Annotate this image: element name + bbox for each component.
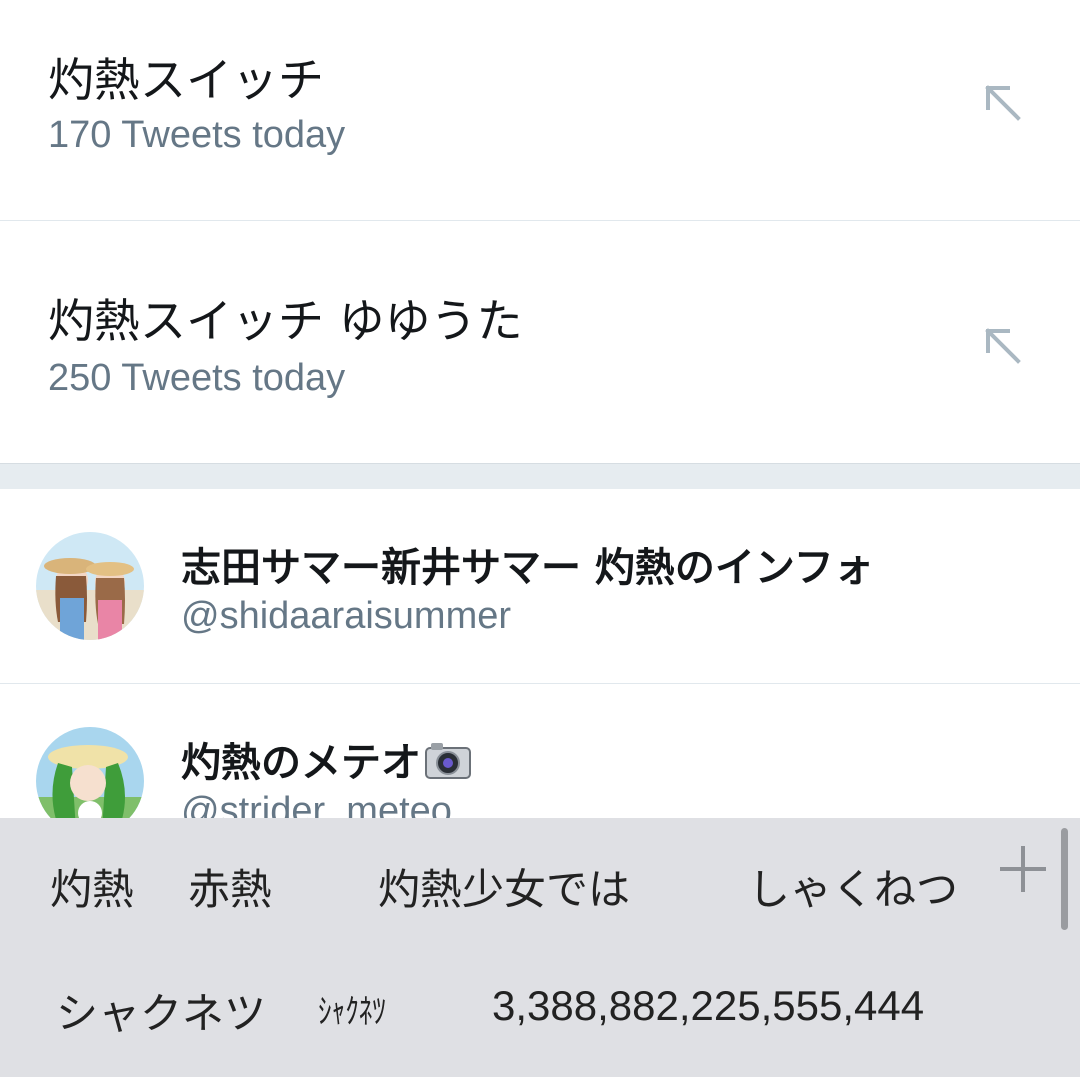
- avatar[interactable]: [36, 532, 144, 640]
- keyboard-candidate[interactable]: 灼熱: [50, 856, 134, 917]
- search-suggestion-row[interactable]: 灼熱スイッチ ゆゆうた 250 Tweets today: [0, 221, 1080, 463]
- keyboard-candidate[interactable]: 3,388,882,225,555,444: [492, 982, 924, 1030]
- keyboard-candidate[interactable]: 赤熱: [188, 856, 272, 917]
- suggestion-title: 灼熱スイッチ ゆゆうた: [48, 294, 523, 348]
- user-display-name-text: 灼熱のメテオ: [181, 740, 421, 786]
- user-result-row[interactable]: 灼熱のメテオ @strider_meteo: [0, 684, 1080, 818]
- keyboard-candidate[interactable]: ｼｬｸﾈﾂ: [318, 984, 386, 1033]
- plus-icon[interactable]: [996, 842, 1050, 896]
- camera-icon: [425, 743, 471, 779]
- keyboard-candidate[interactable]: 灼熱少女では: [378, 856, 630, 917]
- avatar[interactable]: [36, 727, 144, 818]
- section-separator: [0, 463, 1080, 490]
- keyboard-candidate[interactable]: シャクネツ: [56, 980, 266, 1041]
- user-handle: @strider_meteo: [181, 790, 452, 818]
- user-handle: @shidaaraisummer: [181, 595, 512, 637]
- user-result-row[interactable]: 志田サマー新井サマー 灼熱のインフォ @shidaaraisummer: [0, 489, 1080, 683]
- suggestion-tweet-count: 250 Tweets today: [48, 357, 346, 399]
- search-suggestion-row[interactable]: 灼熱スイッチ 170 Tweets today: [0, 0, 1080, 220]
- avatar-two-girls-beach: [36, 532, 144, 640]
- suggestion-title: 灼熱スイッチ: [48, 53, 324, 107]
- arrow-up-left-icon[interactable]: [980, 323, 1024, 367]
- keyboard-candidate[interactable]: しゃくねつ: [748, 856, 958, 917]
- user-display-name: 志田サマー新井サマー 灼熱のインフォ: [181, 545, 874, 591]
- user-display-name: 灼熱のメテオ: [181, 730, 471, 788]
- suggestion-tweet-count: 170 Tweets today: [48, 114, 346, 156]
- search-results-screen: 灼熱スイッチ 170 Tweets today 灼熱スイッチ ゆゆうた 250 …: [0, 0, 1080, 1077]
- avatar-green-hair-girl: [36, 727, 144, 818]
- scrollbar[interactable]: [1061, 828, 1068, 930]
- arrow-up-left-icon[interactable]: [980, 80, 1024, 124]
